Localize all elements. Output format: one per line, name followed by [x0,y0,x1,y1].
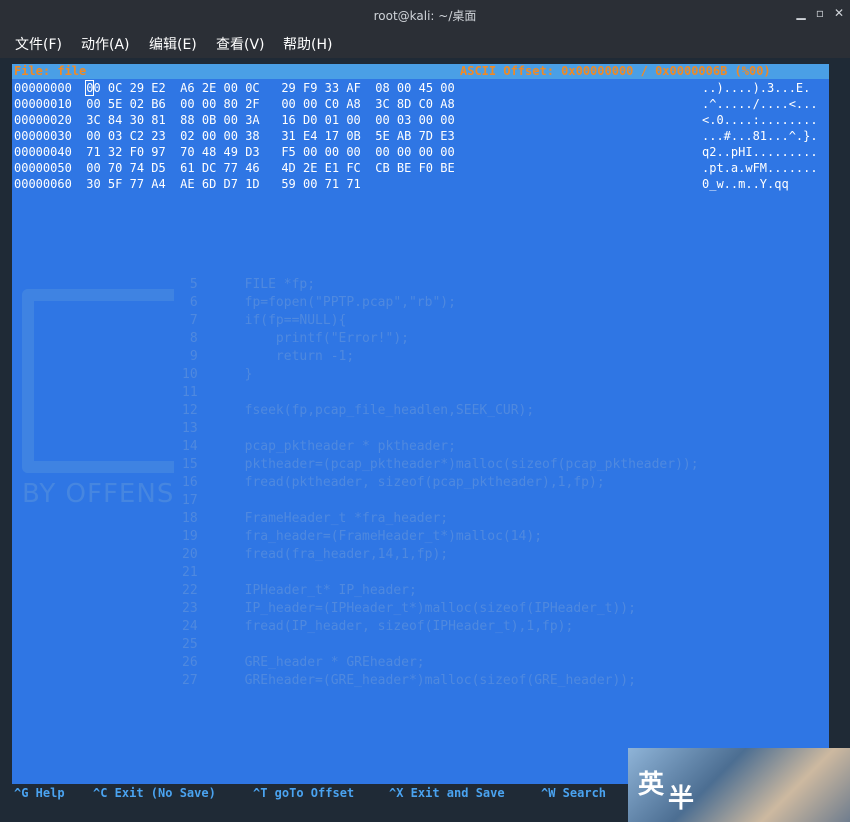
terminal-area[interactable]: BY OFFENS 5 FILE *fp; 6 fp=fopen("PPTP.p… [12,64,829,784]
menu-edit[interactable]: 编辑(E) [149,34,197,54]
menu-help[interactable]: 帮助(H) [283,34,332,54]
row-offset: 00000050 [14,161,72,175]
background-code-line: 24 fread(IP_header, sizeof(IPHeader_t),1… [182,619,574,634]
row-offset: 00000040 [14,145,72,159]
background-logo-icon [22,289,174,473]
background-code-line: 6 fp=fopen("PPTP.pcap","rb"); [182,295,456,310]
background-code-line [182,258,699,276]
minimize-icon[interactable]: ▁ [793,5,809,21]
background-code-line: 5 FILE *fp; [182,277,316,292]
hex-row[interactable]: 00000020 3C 84 30 81 88 0B 00 3A 16 D0 0… [14,112,455,128]
background-code: 5 FILE *fp; 6 fp=fopen("PPTP.pcap","rb")… [182,204,699,690]
hex-row[interactable]: 00000010 00 5E 02 B6 00 00 80 2F 00 00 C… [14,96,455,112]
background-code-line: 22 IPHeader_t* IP_header; [182,583,417,598]
row-hex-bytes[interactable]: 00 70 74 D5 61 DC 77 46 4D 2E E1 FC CB B… [86,161,454,175]
row-hex-bytes[interactable]: 30 5F 77 A4 AE 6D D7 1D 59 00 71 71 [86,177,361,191]
background-code-line: 11 [182,385,198,400]
row-ascii[interactable]: q2..pHI......... [702,144,818,160]
background-code-line: 17 [182,493,198,508]
help-key-search[interactable]: ^W Search [541,784,606,802]
close-icon[interactable]: ✕ [831,5,847,21]
background-code-line: 27 GREheader=(GRE_header*)malloc(sizeof(… [182,673,636,688]
row-ascii[interactable]: ..)....).3...E. [702,80,810,96]
help-key-exit-no-save[interactable]: ^C Exit (No Save) [93,784,216,802]
hex-row[interactable]: 00000060 30 5F 77 A4 AE 6D D7 1D 59 00 7… [14,176,361,192]
help-key-help[interactable]: ^G Help [14,784,65,802]
row-ascii[interactable]: .^...../....<... [702,96,818,112]
offset-label: ASCII Offset: 0x00000000 / 0x0000006B (%… [460,64,771,78]
row-ascii[interactable]: ...#...81...^.}. [702,128,818,144]
background-code-line [182,222,699,240]
background-code-line [182,240,699,258]
row-offset: 00000010 [14,97,72,111]
hex-row[interactable]: 00000000 00 0C 29 E2 A6 2E 00 0C 29 F9 3… [14,80,455,96]
menu-bar: 文件(F) 动作(A) 编辑(E) 查看(V) 帮助(H) [0,28,850,58]
row-ascii[interactable]: .pt.a.wFM....... [702,160,818,176]
hexedit-status-bar: File: file ASCII Offset: 0x00000000 / 0x… [12,64,829,79]
file-label: File: file [14,64,87,78]
ime-indicator[interactable]: 英 半 [628,748,850,822]
background-code-line: 7 if(fp==NULL){ [182,313,347,328]
background-code-line: 19 fra_header=(FrameHeader_t*)malloc(14)… [182,529,543,544]
help-key-goto-offset[interactable]: ^T goTo Offset [253,784,354,802]
background-code-line: 16 fread(pktheader, sizeof(pcap_pktheade… [182,475,605,490]
ime-english-key[interactable]: 英 [638,764,664,801]
menu-file[interactable]: 文件(F) [15,34,62,54]
menu-view[interactable]: 查看(V) [216,34,265,54]
maximize-icon[interactable]: ▫ [812,5,828,21]
background-code-line: 21 [182,565,198,580]
background-code-line: 12 fseek(fp,pcap_file_headlen,SEEK_CUR); [182,403,535,418]
background-code-line: 14 pcap_pktheader * pktheader; [182,439,456,454]
row-offset: 00000030 [14,129,72,143]
ime-halfwidth-key[interactable]: 半 [668,778,694,815]
background-code-line: 23 IP_header=(IPHeader_t*)malloc(sizeof(… [182,601,636,616]
row-hex-bytes[interactable]: 71 32 F0 97 70 48 49 D3 F5 00 00 00 00 0… [86,145,454,159]
hex-row[interactable]: 00000050 00 70 74 D5 61 DC 77 46 4D 2E E… [14,160,455,176]
help-key-exit-and-save[interactable]: ^X Exit and Save [389,784,505,802]
background-code-line: 10 } [182,367,253,382]
row-hex-bytes[interactable]: 00 0C 29 E2 A6 2E 00 0C 29 F9 33 AF 08 0… [85,80,455,96]
row-hex-bytes[interactable]: 00 03 C2 23 02 00 00 38 31 E4 17 0B 5E A… [86,129,454,143]
row-hex-bytes[interactable]: 3C 84 30 81 88 0B 00 3A 16 D0 01 00 00 0… [86,113,454,127]
window-title: root@kali: ~/桌面 [373,9,477,23]
background-brand-text: BY OFFENS [22,479,175,509]
row-offset: 00000060 [14,177,72,191]
hex-row[interactable]: 00000030 00 03 C2 23 02 00 00 38 31 E4 1… [14,128,455,144]
hex-row[interactable]: 00000040 71 32 F0 97 70 48 49 D3 F5 00 0… [14,144,455,160]
row-hex-bytes[interactable]: 00 5E 02 B6 00 00 80 2F 00 00 C0 A8 3C 8… [86,97,454,111]
background-code-line: 15 pktheader=(pcap_pktheader*)malloc(siz… [182,457,699,472]
background-code-line [182,204,699,222]
menu-action[interactable]: 动作(A) [81,34,130,54]
background-code-line: 8 printf("Error!"); [182,331,409,346]
background-code-line: 13 [182,421,198,436]
background-code-line: 26 GRE_header * GREheader; [182,655,425,670]
row-ascii[interactable]: <.0....:........ [702,112,818,128]
background-code-line: 9 return -1; [182,349,355,364]
background-code-line: 25 [182,637,198,652]
background-code-line: 20 fread(fra_header,14,1,fp); [182,547,449,562]
row-offset: 00000000 [14,81,72,95]
window-titlebar: root@kali: ~/桌面 ▁ ▫ ✕ [0,0,850,28]
row-offset: 00000020 [14,113,72,127]
background-code-line: 18 FrameHeader_t *fra_header; [182,511,449,526]
row-ascii[interactable]: 0_w..m..Y.qq [702,176,789,192]
